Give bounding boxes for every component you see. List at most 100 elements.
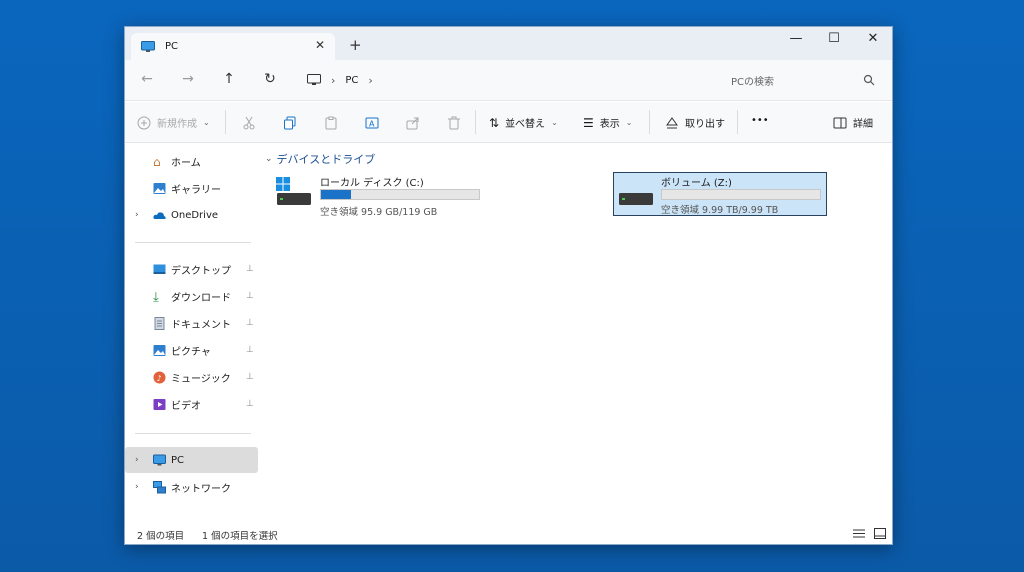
drive-item-c[interactable]: ローカル ディスク (C:) 空き領域 95.9 GB/119 GB (273, 172, 485, 218)
forward-button[interactable]: → (178, 71, 198, 87)
divider (649, 110, 650, 134)
sidebar-item-label: ダウンロード (171, 292, 231, 304)
eject-button[interactable]: 取り出す (665, 115, 725, 130)
chevron-down-icon: ⌄ (265, 154, 273, 164)
breadcrumb-separator: › (331, 73, 336, 87)
rename-icon[interactable]: A (365, 116, 379, 130)
pin-icon[interactable]: ⊥ (246, 372, 254, 382)
address-row: ← → ↑ ↻ › PC › PCの検索 (125, 60, 892, 101)
sidebar-item-music[interactable]: ♪ ミュージック ⊥ (125, 364, 258, 390)
drive-name: ローカル ディスク (C:) (320, 178, 424, 189)
file-explorer-window: PC ✕ + — ☐ ✕ ← → ↑ ↻ › PC › PCの検索 新規作成 ⌄… (124, 26, 893, 545)
drive-item-z[interactable]: ボリューム (Z:) 空き領域 9.99 TB/9.99 TB (613, 172, 827, 216)
drive-usage-bar (661, 189, 821, 200)
divider (225, 110, 226, 134)
breadcrumb-pc[interactable]: PC (345, 75, 358, 86)
plus-circle-icon (137, 116, 151, 129)
home-icon: ⌂ (153, 154, 161, 169)
drive-free-space: 空き領域 95.9 GB/119 GB (320, 207, 438, 218)
close-button[interactable]: ✕ (858, 31, 888, 46)
monitor-icon (307, 74, 321, 85)
content-area: ⌄ デバイスとドライブ ローカル ディスク (C:) 空き領域 95.9 GB/… (261, 144, 893, 522)
divider (737, 110, 738, 134)
more-button[interactable]: ••• (751, 115, 769, 126)
expand-icon[interactable]: › (135, 455, 139, 465)
share-icon[interactable] (406, 116, 420, 130)
details-button[interactable]: 詳細 (833, 115, 873, 130)
sidebar-item-pictures[interactable]: ピクチャ ⊥ (125, 337, 258, 363)
picture-icon (153, 344, 166, 356)
pin-icon[interactable]: ⊥ (246, 264, 254, 274)
document-icon (154, 316, 165, 330)
divider (475, 110, 476, 134)
drive-icon (619, 193, 653, 205)
sidebar-item-label: ピクチャ (171, 346, 211, 358)
sidebar-item-documents[interactable]: ドキュメント ⊥ (125, 310, 258, 336)
up-button[interactable]: ↑ (219, 71, 239, 87)
new-tab-button[interactable]: + (349, 36, 362, 54)
tiles-view-icon[interactable] (874, 528, 886, 539)
divider (135, 242, 251, 243)
video-icon (153, 398, 166, 410)
group-header[interactable]: ⌄ デバイスとドライブ (265, 151, 375, 167)
trash-icon[interactable] (447, 116, 461, 130)
paste-icon[interactable] (324, 116, 338, 130)
breadcrumb-separator[interactable]: › (368, 74, 372, 87)
cloud-icon (153, 211, 166, 219)
expand-icon[interactable]: › (135, 482, 139, 492)
search-box[interactable]: PCの検索 (723, 66, 885, 94)
drive-free-space: 空き領域 9.99 TB/9.99 TB (661, 205, 779, 216)
chevron-down-icon: ⌄ (625, 118, 633, 127)
sidebar-item-onedrive[interactable]: › OneDrive (125, 202, 258, 228)
selection-count: 1 個の項目を選択 (202, 531, 278, 542)
command-bar: 新規作成 ⌄ A ⇅ 並べ替え ⌄ ☰ 表示 ⌄ 取り出す ••• 詳細 (125, 102, 892, 143)
network-icon (153, 480, 166, 493)
back-button[interactable]: ← (137, 71, 157, 87)
sidebar-item-pc[interactable]: › PC (125, 447, 258, 473)
maximize-button[interactable]: ☐ (819, 31, 849, 46)
svg-text:A: A (369, 120, 375, 129)
view-label: 表示 (599, 119, 620, 130)
desktop-icon (153, 264, 166, 274)
sidebar-item-home[interactable]: ⌂ ホーム (125, 148, 258, 174)
details-pane-icon (833, 117, 847, 128)
minimize-button[interactable]: — (781, 31, 811, 46)
view-icon: ☰ (583, 115, 594, 130)
new-button[interactable]: 新規作成 ⌄ (137, 115, 210, 130)
sidebar-item-videos[interactable]: ビデオ ⊥ (125, 391, 258, 417)
status-bar: 2 個の項目 1 個の項目を選択 (125, 524, 892, 544)
sort-icon: ⇅ (489, 115, 500, 130)
chevron-down-icon: ⌄ (203, 118, 210, 127)
pin-icon[interactable]: ⊥ (246, 399, 254, 409)
tab-title: PC (165, 41, 179, 52)
eject-label: 取り出す (685, 119, 725, 130)
search-icon (863, 74, 875, 86)
tab-close-button[interactable]: ✕ (315, 38, 325, 52)
sidebar-item-desktop[interactable]: デスクトップ ⊥ (125, 256, 258, 282)
monitor-icon (153, 454, 166, 465)
sort-button[interactable]: ⇅ 並べ替え ⌄ (489, 115, 558, 131)
windows-drive-icon (276, 177, 311, 205)
pin-icon[interactable]: ⊥ (246, 345, 254, 355)
refresh-button[interactable]: ↻ (260, 71, 280, 87)
details-view-icon[interactable] (853, 528, 865, 539)
title-bar: PC ✕ + — ☐ ✕ (125, 27, 892, 60)
sidebar-item-downloads[interactable]: ⤓ ダウンロード ⊥ (125, 283, 258, 309)
chevron-down-icon: ⌄ (551, 118, 558, 127)
view-button[interactable]: ☰ 表示 ⌄ (583, 115, 633, 131)
item-count: 2 個の項目 (137, 531, 185, 542)
sidebar-item-gallery[interactable]: ギャラリー (125, 175, 258, 201)
download-icon: ⤓ (153, 289, 159, 305)
pin-icon[interactable]: ⊥ (246, 318, 254, 328)
sidebar-item-label: OneDrive (171, 209, 219, 221)
svg-text:♪: ♪ (157, 374, 162, 383)
sidebar-item-network[interactable]: › ネットワーク (125, 474, 258, 500)
copy-icon[interactable] (283, 116, 297, 130)
expand-icon[interactable]: › (135, 210, 139, 220)
pin-icon[interactable]: ⊥ (246, 291, 254, 301)
address-bar[interactable]: › PC › (299, 66, 719, 94)
tab-pc[interactable]: PC ✕ (131, 33, 335, 60)
cut-icon[interactable] (242, 116, 256, 130)
drive-name: ボリューム (Z:) (661, 178, 732, 189)
sidebar-item-label: デスクトップ (171, 265, 231, 277)
